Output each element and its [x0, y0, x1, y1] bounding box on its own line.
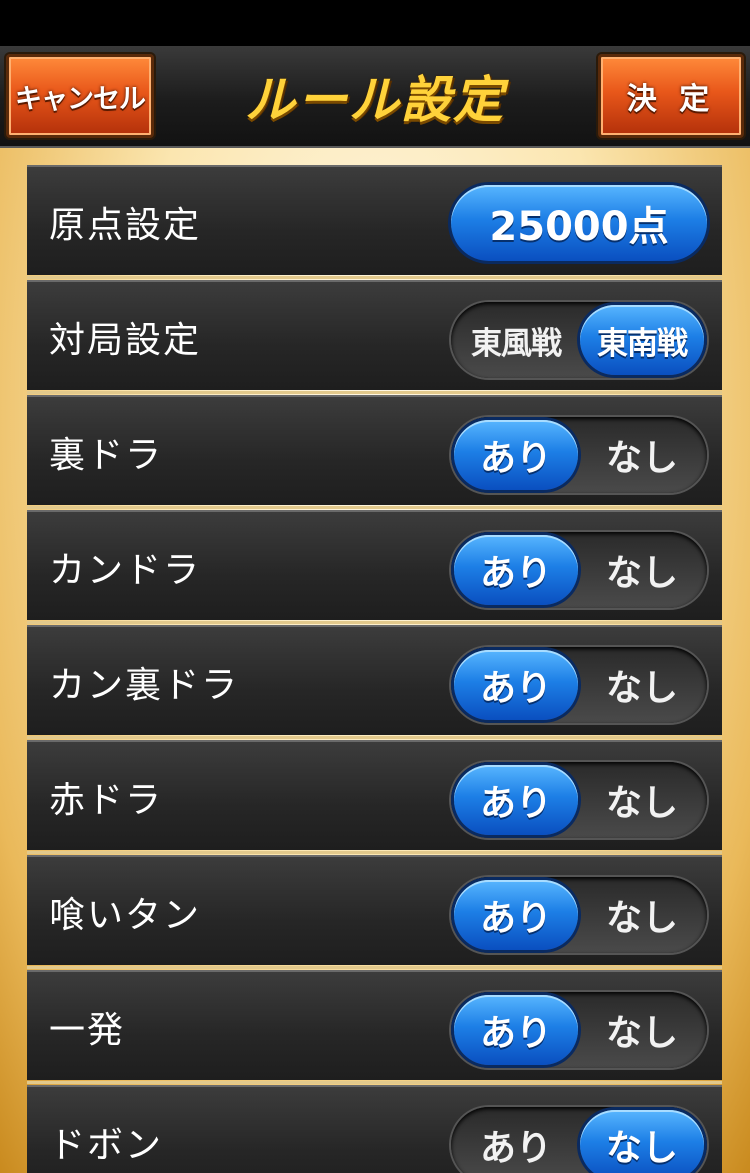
toggle-option-on[interactable]: あり: [454, 1110, 578, 1173]
confirm-button[interactable]: 決 定: [598, 54, 744, 138]
rule-row-starting-points: 原点設定 25000点: [27, 165, 722, 279]
rule-row-kan-dora: カンドラ あり なし: [27, 510, 722, 624]
rule-label: 裏ドラ: [49, 435, 164, 476]
rule-row-ura-dora: 裏ドラ あり なし: [27, 395, 722, 509]
toggle-option-on[interactable]: あり: [454, 535, 578, 605]
rule-label: 原点設定: [49, 205, 202, 246]
rule-label: カン裏ドラ: [49, 665, 240, 706]
rule-row-kuitan: 喰いタン あり なし: [27, 855, 722, 969]
toggle-option-off[interactable]: なし: [580, 420, 704, 490]
starting-points-button[interactable]: 25000点: [451, 185, 707, 261]
toggle-option-off[interactable]: なし: [580, 535, 704, 605]
rule-row-aka-dora: 赤ドラ あり なし: [27, 740, 722, 854]
rule-label: ドボン: [49, 1125, 164, 1166]
kan-ura-dora-toggle: あり なし: [451, 647, 707, 723]
toggle-option-off[interactable]: なし: [580, 1110, 704, 1173]
toggle-option-off[interactable]: なし: [580, 880, 704, 950]
toggle-option-on[interactable]: あり: [454, 995, 578, 1065]
status-bar: [0, 0, 750, 46]
kuitan-toggle: あり なし: [451, 877, 707, 953]
header-bar: キャンセル ルール設定 決 定: [0, 46, 750, 148]
rule-row-ippatsu: 一発 あり なし: [27, 970, 722, 1084]
rules-list: 原点設定 25000点 対局設定 東風戦 東南戦 裏ドラ あり なし カンドラ …: [27, 165, 722, 1173]
toggle-option-off[interactable]: なし: [580, 995, 704, 1065]
rule-label: 対局設定: [49, 320, 202, 361]
aka-dora-toggle: あり なし: [451, 762, 707, 838]
toggle-option-off[interactable]: なし: [580, 765, 704, 835]
toggle-option-on[interactable]: あり: [454, 420, 578, 490]
toggle-option-on[interactable]: あり: [454, 650, 578, 720]
cancel-button[interactable]: キャンセル: [6, 54, 154, 138]
rule-label: カンドラ: [49, 550, 202, 591]
toggle-option-tonpuusen[interactable]: 東風戦: [454, 305, 578, 375]
rule-label: 喰いタン: [49, 895, 202, 936]
toggle-option-tonnansen[interactable]: 東南戦: [580, 305, 704, 375]
toggle-option-off[interactable]: なし: [580, 650, 704, 720]
toggle-option-on[interactable]: あり: [454, 880, 578, 950]
rule-row-game-length: 対局設定 東風戦 東南戦: [27, 280, 722, 394]
ura-dora-toggle: あり なし: [451, 417, 707, 493]
dobon-toggle: あり なし: [451, 1107, 707, 1173]
ippatsu-toggle: あり なし: [451, 992, 707, 1068]
page-title: ルール設定: [245, 71, 505, 129]
toggle-option-on[interactable]: あり: [454, 765, 578, 835]
game-length-toggle: 東風戦 東南戦: [451, 302, 707, 378]
rule-row-kan-ura-dora: カン裏ドラ あり なし: [27, 625, 722, 739]
kan-dora-toggle: あり なし: [451, 532, 707, 608]
rule-label: 一発: [49, 1010, 126, 1051]
rule-row-dobon: ドボン あり なし: [27, 1085, 722, 1173]
rule-label: 赤ドラ: [49, 780, 164, 821]
